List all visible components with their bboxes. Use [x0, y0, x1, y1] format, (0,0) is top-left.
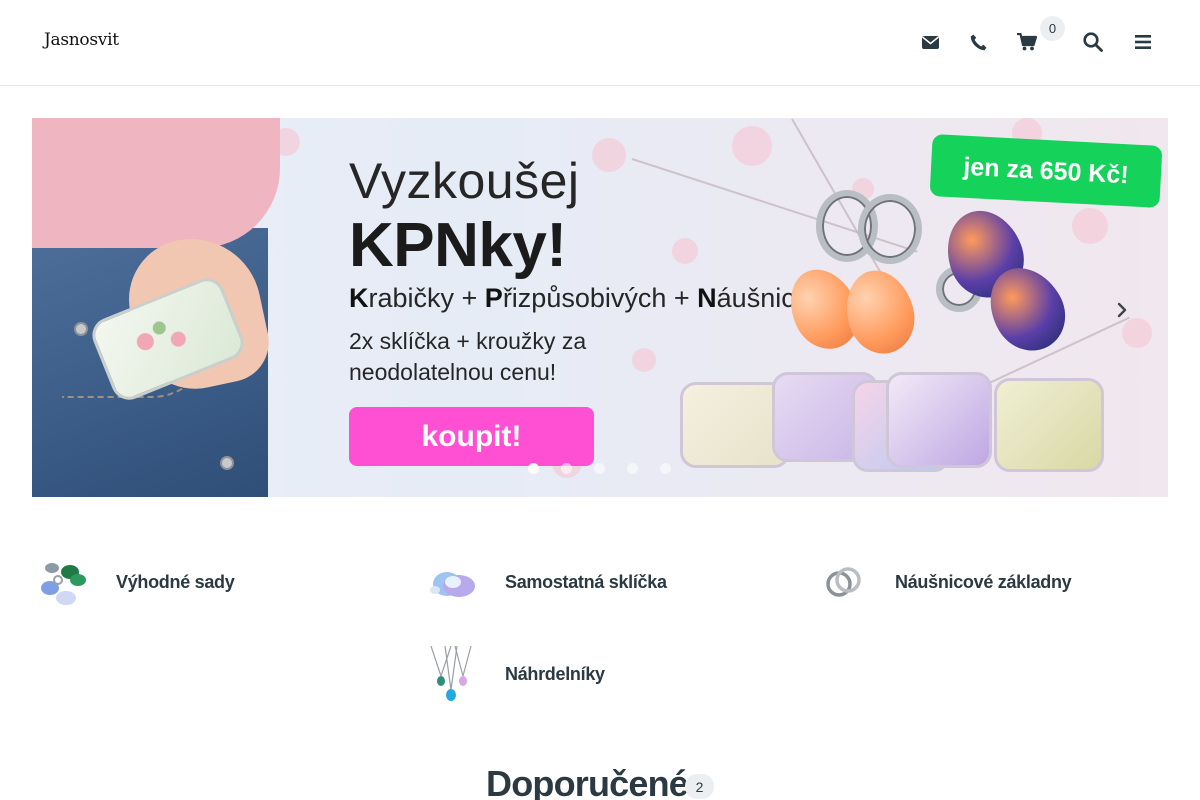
category-nausnicove-zakladny[interactable]: Náušnicové základny: [815, 554, 1072, 610]
carousel-dot[interactable]: [660, 463, 671, 474]
price-badge: jen za 650 Kč!: [929, 134, 1163, 208]
cart-count-badge: 0: [1040, 16, 1065, 41]
carousel-dots: [528, 463, 671, 474]
category-label: Náušnicové základny: [895, 571, 1072, 592]
cart-icon[interactable]: [1015, 29, 1039, 55]
site-header: Jasnosvit 0: [0, 0, 1200, 86]
acronym-rest-p: řizpůsobivých +: [502, 283, 698, 313]
ring-photo: [858, 194, 922, 264]
category-label: Samostatná sklíčka: [505, 571, 667, 592]
category-vyhodne-sady[interactable]: Výhodné sady: [36, 554, 235, 610]
acronym-rest-n: áušnic: [716, 283, 795, 313]
shirt-photo: [32, 118, 280, 248]
section-count-badge: 2: [685, 774, 714, 799]
buy-button[interactable]: koupit!: [349, 407, 594, 466]
category-label: Výhodné sady: [116, 571, 235, 592]
rivet-decoration: [74, 322, 88, 336]
blossom-decoration: [632, 348, 656, 372]
envelope-icon[interactable]: [918, 29, 942, 55]
category-label: Náhrdelníky: [505, 663, 605, 684]
logo[interactable]: Jasnosvit: [44, 30, 119, 50]
category-samostatna-sklicka[interactable]: Samostatná sklíčka: [425, 554, 667, 610]
glass-thumbnail: [425, 554, 481, 610]
sets-thumbnail: [36, 554, 92, 610]
carousel-dot[interactable]: [594, 463, 605, 474]
carousel-dot[interactable]: [561, 463, 572, 474]
search-icon[interactable]: [1081, 29, 1105, 55]
banner-title-line1: Vyzkoušej: [349, 153, 580, 209]
rivet-decoration: [220, 456, 234, 470]
blossom-decoration: [672, 238, 698, 264]
blossom-decoration: [732, 126, 772, 166]
acronym-rest-k: rabičky +: [368, 283, 485, 313]
blossom-decoration: [1072, 208, 1108, 244]
carousel-dot[interactable]: [528, 463, 539, 474]
carousel-dot[interactable]: [627, 463, 638, 474]
promo-banner-carousel[interactable]: Vyzkoušej KPNky! Krabičky + Přizpůsobivý…: [32, 118, 1168, 497]
orange-drop-photo: [837, 262, 923, 362]
necklace-thumbnail: [425, 645, 481, 702]
phone-icon[interactable]: [966, 29, 990, 55]
chevron-right-icon[interactable]: [1108, 296, 1136, 324]
acronym-initial-k: K: [349, 283, 369, 313]
tin-photo: [886, 372, 992, 468]
acronym-initial-n: N: [697, 283, 717, 313]
banner-subtitle-line1: 2x sklíčka + kroužky za: [349, 328, 587, 354]
banner-subtitle-line2: neodolatelnou cenu!: [349, 359, 557, 385]
banner-title-line2: KPNky!: [349, 211, 567, 280]
section-title: Doporučené: [486, 763, 689, 800]
earring-base-thumbnail: [815, 554, 871, 610]
menu-icon[interactable]: [1131, 29, 1155, 55]
banner-acronym-line: Krabičky + Přizpůsobivých + Náušnic: [349, 283, 795, 314]
tin-photo: [994, 378, 1104, 472]
blossom-decoration: [592, 138, 626, 172]
category-nahrdelniky[interactable]: Náhrdelníky: [425, 645, 605, 702]
acronym-initial-p: P: [484, 283, 503, 313]
